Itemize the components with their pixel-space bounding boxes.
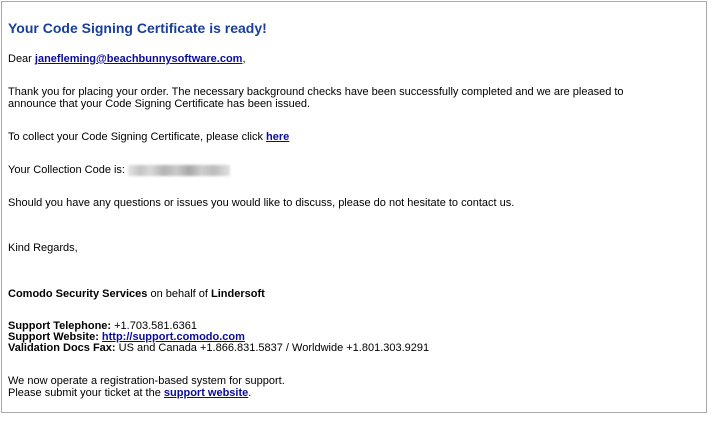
support-website-ticket-link[interactable]: support website bbox=[164, 387, 248, 399]
email-message-frame: Your Code Signing Certificate is ready! … bbox=[1, 1, 707, 413]
submit-ticket-line: Please submit your ticket at the support… bbox=[8, 387, 251, 399]
validation-fax-label: Validation Docs Fax: bbox=[8, 342, 116, 354]
greeting-line: Dear janefleming@beachbunnysoftware.com, bbox=[8, 53, 246, 65]
greeting-suffix: , bbox=[242, 53, 246, 65]
submit-ticket-prefix: Please submit your ticket at the bbox=[8, 387, 164, 399]
submit-ticket-suffix: . bbox=[248, 387, 252, 399]
validation-fax-value: US and Canada +1.866.831.5837 / Worldwid… bbox=[115, 342, 430, 354]
greeting-prefix: Dear bbox=[8, 53, 35, 65]
order-paragraph-line-1: Thank you for placing your order. The ne… bbox=[8, 86, 624, 98]
signature-company: Comodo Security Services bbox=[8, 288, 148, 300]
collect-text: To collect your Code Signing Certificate… bbox=[8, 131, 267, 143]
recipient-email-link[interactable]: janefleming@beachbunnysoftware.com bbox=[35, 53, 243, 65]
collect-here-link[interactable]: here bbox=[266, 131, 289, 143]
signature-middle: on behalf of bbox=[147, 288, 211, 300]
signature-client: Lindersoft bbox=[211, 288, 265, 300]
collect-line: To collect your Code Signing Certificate… bbox=[8, 131, 289, 143]
registration-notice-line: We now operate a registration-based syst… bbox=[8, 375, 285, 387]
collection-code-line: Your Collection Code is: bbox=[8, 164, 230, 176]
collection-code-label: Your Collection Code is: bbox=[8, 164, 125, 176]
email-headline: Your Code Signing Certificate is ready! bbox=[8, 20, 267, 36]
questions-line: Should you have any questions or issues … bbox=[8, 197, 515, 209]
closing-line: Kind Regards, bbox=[8, 242, 78, 254]
order-paragraph-line-2: announce that your Code Signing Certific… bbox=[8, 98, 311, 110]
signature-line: Comodo Security Services on behalf of Li… bbox=[8, 288, 265, 300]
redacted-collection-code bbox=[128, 164, 230, 176]
validation-fax-line: Validation Docs Fax: US and Canada +1.86… bbox=[8, 342, 429, 354]
